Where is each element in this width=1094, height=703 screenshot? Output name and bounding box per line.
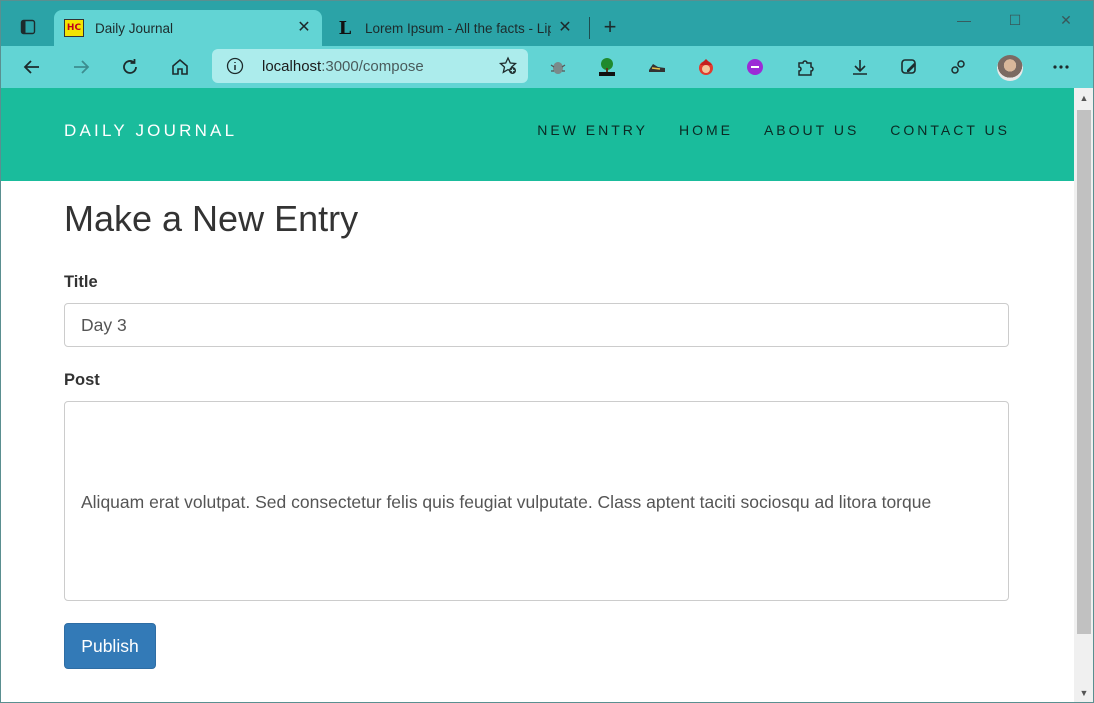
window-close-button[interactable]: ✕: [1043, 12, 1089, 34]
extensions-puzzle-icon[interactable]: [794, 56, 816, 78]
downloads-icon[interactable]: [849, 56, 871, 78]
more-menu-icon[interactable]: [1050, 56, 1072, 78]
web-capture-icon[interactable]: [898, 56, 920, 78]
santa-extension-icon[interactable]: [695, 56, 717, 78]
close-icon[interactable]: ✕: [557, 20, 573, 36]
url-path: :3000/compose: [321, 58, 424, 75]
home-button[interactable]: [165, 52, 195, 82]
scrollbar-thumb[interactable]: [1077, 110, 1091, 634]
avatar[interactable]: [997, 55, 1023, 81]
nav-contact-us[interactable]: CONTACT US: [890, 122, 1010, 138]
add-favorite-icon[interactable]: [498, 56, 518, 76]
html-tree-extension-icon[interactable]: [596, 56, 618, 78]
close-icon[interactable]: ✕: [296, 20, 312, 36]
minimize-button[interactable]: —: [941, 12, 987, 34]
tab-title: Daily Journal: [95, 20, 174, 36]
browser-titlebar: HC Daily Journal ✕ L Lorem Ipsum - All t…: [0, 0, 1094, 46]
tab-separator: [589, 17, 590, 39]
arrow-right-icon: [74, 60, 90, 74]
refresh-icon: [123, 59, 137, 74]
tab-actions-icon: [20, 19, 36, 35]
post-text: Aliquam erat volutpat. Sed consectetur f…: [81, 492, 932, 512]
tab-title: Lorem Ipsum - All the facts - Lipsum: [365, 20, 551, 36]
refresh-button[interactable]: [115, 52, 145, 82]
scroll-down-arrow-icon[interactable]: ▼: [1074, 685, 1094, 701]
tab-daily-journal[interactable]: HC Daily Journal ✕: [54, 10, 322, 46]
page-viewport: DAILY JOURNAL NEW ENTRY HOME ABOUT US CO…: [0, 88, 1074, 703]
home-icon: [172, 58, 188, 75]
page-title: Make a New Entry: [64, 198, 359, 239]
back-button[interactable]: [17, 52, 47, 82]
nav-home[interactable]: HOME: [679, 122, 733, 138]
tab-lorem-ipsum[interactable]: L Lorem Ipsum - All the facts - Lipsum ✕: [326, 10, 588, 46]
hc-favicon-icon: HC: [64, 19, 84, 37]
forward-button[interactable]: [66, 52, 96, 82]
post-textarea[interactable]: Aliquam erat volutpat. Sed consectetur f…: [64, 401, 1009, 601]
address-url[interactable]: localhost:3000/compose: [262, 58, 424, 75]
bug-extension-icon[interactable]: [547, 56, 569, 78]
browser-toolbar: localhost:3000/compose: [0, 46, 1094, 124]
lipsum-favicon-icon: L: [338, 17, 352, 39]
tab-actions-menu-button[interactable]: [8, 12, 48, 42]
nav-links: NEW ENTRY HOME ABOUT US CONTACT US: [537, 122, 1010, 138]
title-label: Title: [64, 273, 98, 291]
maximize-button[interactable]: ☐: [992, 12, 1038, 34]
site-navbar: DAILY JOURNAL NEW ENTRY HOME ABOUT US CO…: [0, 88, 1074, 181]
new-tab-button[interactable]: +: [598, 16, 622, 40]
site-brand[interactable]: DAILY JOURNAL: [64, 121, 237, 141]
publish-button[interactable]: Publish: [64, 623, 156, 669]
nav-new-entry[interactable]: NEW ENTRY: [537, 122, 648, 138]
shoe-extension-icon[interactable]: [646, 56, 668, 78]
arrow-left-icon: [23, 60, 39, 74]
url-host: localhost: [262, 58, 322, 75]
nav-about-us[interactable]: ABOUT US: [764, 122, 859, 138]
address-bar[interactable]: localhost:3000/compose: [212, 49, 528, 83]
scrollbar[interactable]: ▲ ▼: [1074, 88, 1094, 703]
profile-sync-icon[interactable]: [947, 56, 969, 78]
scroll-up-arrow-icon[interactable]: ▲: [1074, 90, 1094, 106]
title-input[interactable]: Day 3: [64, 303, 1009, 347]
info-icon[interactable]: [226, 57, 244, 75]
post-label: Post: [64, 371, 100, 389]
purple-circle-extension-icon[interactable]: [744, 56, 766, 78]
